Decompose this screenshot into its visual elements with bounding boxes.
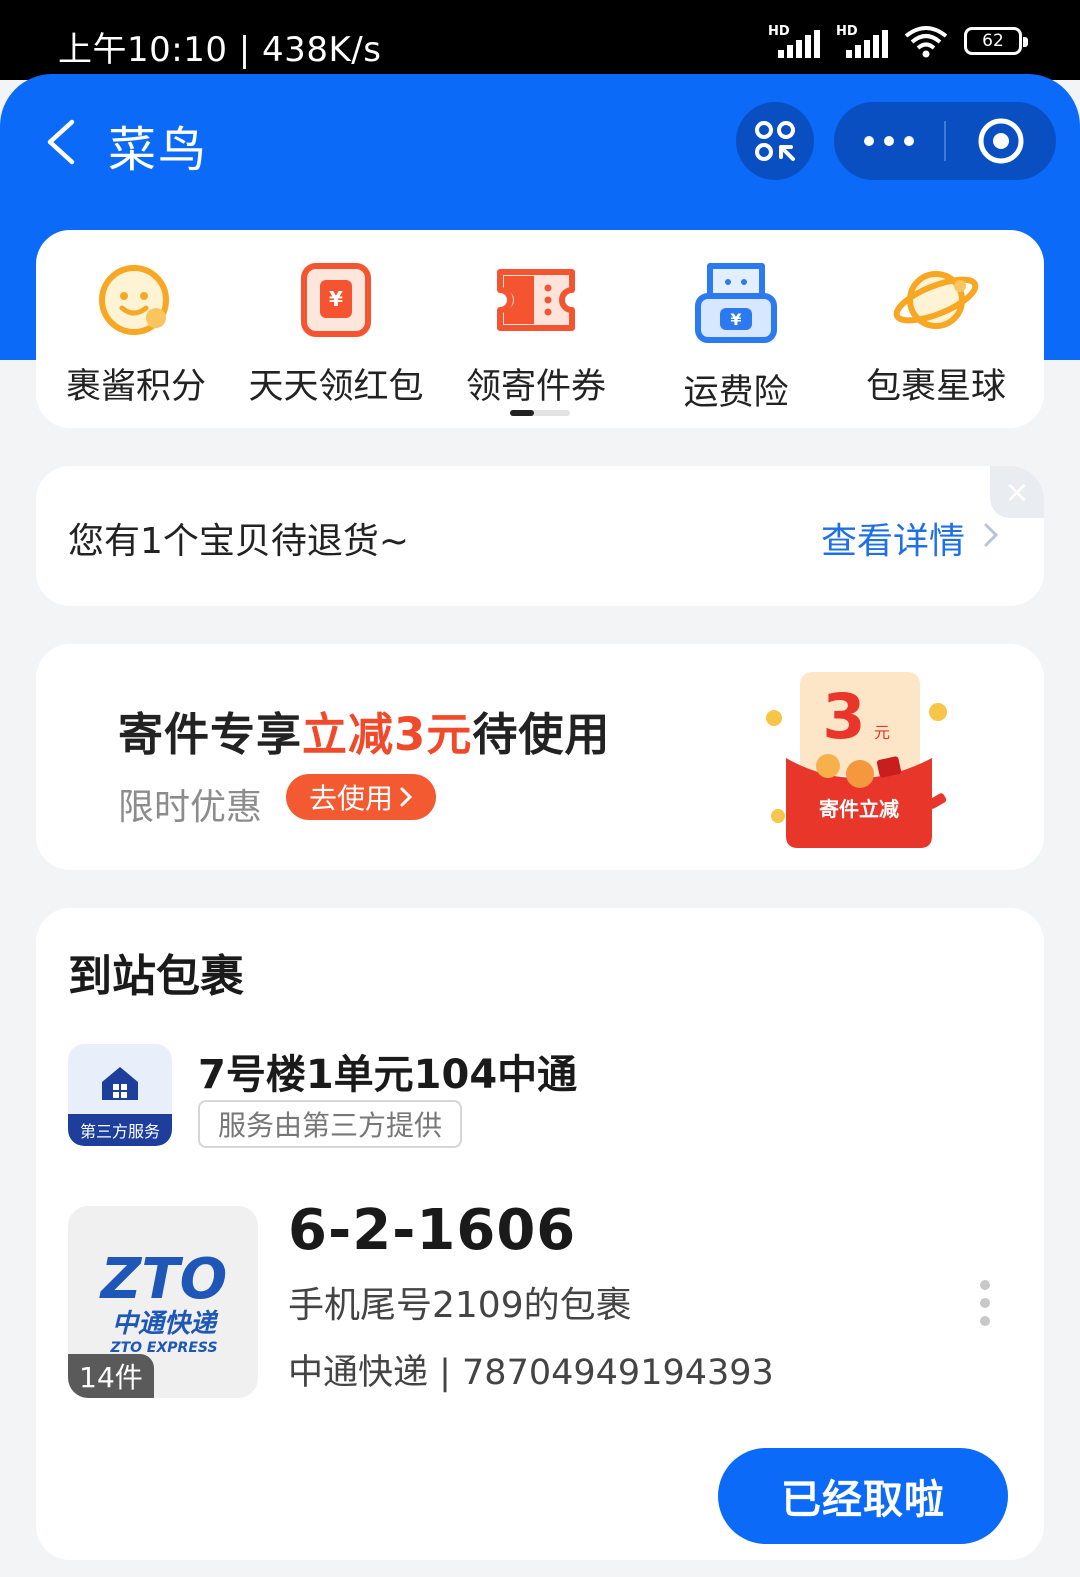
back-arrow-icon[interactable]	[40, 118, 84, 166]
svg-text:¥: ¥	[730, 310, 741, 329]
ticket-icon	[497, 269, 575, 331]
promo-title-suffix: 待使用	[472, 708, 611, 761]
quick-actions-card: 裹酱积分 ¥ 天天领红包 领寄件券 ¥ 运费险 包裹星球	[36, 230, 1044, 428]
parcel-description: 手机尾号2109的包裹	[288, 1285, 632, 1326]
scan-button[interactable]	[736, 102, 814, 180]
svg-text:¥: ¥	[329, 287, 343, 311]
use-coupon-button[interactable]: 去使用	[286, 774, 436, 820]
third-party-note: 服务由第三方提供	[198, 1100, 463, 1148]
promo-title: 寄件专享立减3元待使用	[118, 698, 610, 763]
page-title: 菜鸟	[108, 122, 209, 178]
planet-icon	[893, 271, 979, 329]
picked-up-button[interactable]: 已经取啦	[718, 1448, 1008, 1544]
zto-logo: ZTO 中通快递 ZTO EXPRESS 14件	[68, 1206, 258, 1398]
red-envelope-icon: ¥	[301, 263, 371, 337]
zto-logo-cn: 中通快递	[112, 1309, 219, 1339]
target-icon	[978, 118, 1024, 164]
miniapp-capsule	[834, 102, 1056, 180]
quick-action-label: 领寄件券	[465, 367, 606, 407]
station-logo: 第三方服务	[68, 1044, 172, 1146]
quick-action-label: 运费险	[683, 373, 789, 413]
scan-icon	[755, 121, 795, 161]
wifi-icon	[904, 26, 948, 58]
quick-action-planet[interactable]: 包裹星球	[836, 260, 1036, 409]
smiley-icon	[99, 265, 169, 335]
quick-action-red-envelope[interactable]: ¥ 天天领红包	[236, 260, 436, 409]
quick-action-label: 裹酱积分	[65, 367, 206, 407]
quick-action-coupon[interactable]: 领寄件券	[436, 260, 636, 409]
zto-logo-text: ZTO	[99, 1247, 227, 1312]
cellular-signal-icon: HD	[836, 24, 888, 58]
view-details-link[interactable]: 查看详情	[821, 512, 965, 564]
close-notice-button[interactable]: ×	[990, 466, 1044, 518]
arrived-parcels-card: 到站包裹 第三方服务 7号楼1单元104中通 服务由第三方提供 ZTO 中通快递…	[36, 908, 1044, 1560]
parcel-more-options-icon[interactable]	[980, 1280, 994, 1326]
promo-title-prefix: 寄件专享	[118, 708, 303, 761]
return-notice-text: 您有1个宝贝待退货~	[68, 521, 410, 562]
section-title: 到站包裹	[68, 951, 244, 1002]
tracking-number: 中通快递 | 78704949194393	[288, 1353, 774, 1393]
red-envelope-illustration: 3 元 寄件立减	[766, 672, 947, 848]
quick-action-insurance[interactable]: ¥ 运费险	[636, 260, 836, 415]
insurance-icon: ¥	[695, 263, 777, 343]
status-bar: 上午10:10 | 438K/s HD HD 62	[0, 0, 1080, 80]
promo-badge-amount: 3	[822, 680, 865, 753]
return-notice-card[interactable]: 您有1个宝贝待退货~ 查看详情 ×	[36, 466, 1044, 606]
promo-banner[interactable]: 寄件专享立减3元待使用 限时优惠 去使用 3 元 寄件立减	[36, 644, 1044, 870]
chevron-right-icon	[400, 787, 413, 807]
chevron-right-icon	[984, 523, 999, 547]
quick-action-label: 天天领红包	[248, 367, 424, 407]
battery-icon: 62	[964, 27, 1028, 55]
promo-badge-caption: 寄件立减	[819, 797, 899, 821]
cellular-signal-icon: HD	[768, 24, 820, 58]
pickup-code: 6-2-1606	[288, 1198, 577, 1263]
promo-title-highlight: 立减3元	[302, 708, 473, 761]
home-icon	[102, 1067, 138, 1100]
status-icons: HD HD 62	[768, 24, 1028, 58]
promo-badge-unit: 元	[874, 723, 890, 742]
close-miniapp-button[interactable]	[946, 116, 1056, 166]
third-party-tag: 第三方服务	[68, 1114, 172, 1146]
quick-action-points[interactable]: 裹酱积分	[36, 260, 236, 409]
zto-express-logo: ZTO 中通快递 ZTO EXPRESS	[99, 1247, 227, 1356]
more-menu-button[interactable]	[834, 136, 944, 146]
promo-subtitle: 限时优惠	[118, 787, 263, 828]
parcel-count-badge: 14件	[68, 1354, 154, 1398]
use-coupon-label: 去使用	[308, 782, 393, 815]
scroll-indicator	[510, 410, 570, 416]
status-time: 上午10:10 | 438K/s	[58, 30, 382, 70]
station-name[interactable]: 7号楼1单元104中通	[198, 1042, 577, 1100]
quick-action-label: 包裹星球	[865, 367, 1006, 407]
